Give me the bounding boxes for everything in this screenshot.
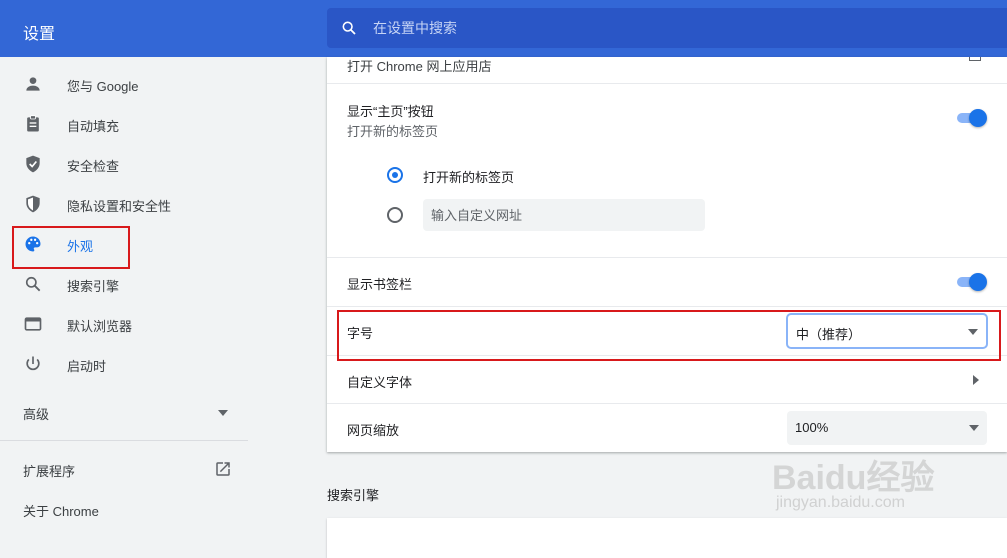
- bookmarks-bar-label: 显示书签栏: [347, 277, 413, 292]
- search-input[interactable]: [373, 16, 973, 40]
- shield-check-icon: [26, 155, 40, 173]
- search-engine-card: [327, 518, 1007, 558]
- row-divider: [327, 257, 1007, 258]
- new-tab-option-label: 打开新的标签页: [423, 170, 515, 185]
- custom-fonts-label[interactable]: 自定义字体: [347, 372, 412, 391]
- open-in-new-icon[interactable]: [214, 460, 232, 478]
- sidebar-divider: [0, 440, 248, 441]
- app-title: 设置: [23, 26, 56, 43]
- row-divider: [327, 306, 1007, 307]
- page-zoom-select[interactable]: 100%: [787, 411, 987, 445]
- sidebar-item-about-chrome[interactable]: 关于 Chrome: [23, 501, 99, 520]
- settings-header: 设置: [0, 0, 1007, 57]
- sidebar-item-label: 隐私设置和安全性: [67, 199, 172, 214]
- sidebar-item-label: 安全检查: [67, 159, 120, 174]
- search-engine-section-title: 搜索引擎: [327, 488, 380, 503]
- sidebar-item-label: 默认浏览器: [67, 319, 133, 334]
- sidebar-item-label: 您与 Google: [67, 79, 139, 94]
- annotation-highlight-appearance: [12, 226, 130, 269]
- power-icon: [26, 356, 40, 371]
- page-zoom-label: 网页缩放: [347, 423, 400, 438]
- sidebar-item-privacy[interactable]: 隐私设置和安全性: [0, 184, 250, 224]
- sidebar: 您与 Google 自动填充 安全检查 隐私设置和安全性 外观 搜索引擎 默认浏…: [0, 57, 250, 539]
- clipboard-icon: [27, 115, 39, 132]
- sidebar-item-autofill[interactable]: 自动填充: [0, 104, 250, 144]
- sidebar-item-safety-check[interactable]: 安全检查: [0, 144, 250, 184]
- sidebar-item-label: 启动时: [67, 359, 107, 374]
- webstore-link[interactable]: 打开 Chrome 网上应用店: [347, 56, 491, 75]
- sidebar-item-default-browser[interactable]: 默认浏览器: [0, 304, 250, 344]
- row-divider: [327, 83, 1007, 84]
- sidebar-item-label: 自动填充: [67, 119, 120, 134]
- watermark-domain: jingyan.baidu.com: [776, 494, 905, 511]
- annotation-highlight-font-size: [337, 310, 1001, 361]
- home-button-toggle[interactable]: [955, 109, 987, 127]
- caret-down-icon[interactable]: [218, 410, 228, 416]
- watermark-brand: Baidu经验: [772, 459, 935, 497]
- sidebar-item-on-startup[interactable]: 启动时: [0, 344, 250, 384]
- caret-down-icon: [969, 425, 979, 431]
- sidebar-item-label: 搜索引擎: [67, 279, 120, 294]
- bookmarks-bar-toggle[interactable]: [955, 273, 987, 291]
- home-button-label: 显示“主页”按钮: [347, 104, 434, 119]
- new-tab-radio[interactable]: [387, 167, 403, 183]
- custom-url-input[interactable]: [423, 199, 705, 231]
- shield-half-icon: [26, 195, 40, 213]
- row-divider: [327, 403, 1007, 404]
- appearance-card: 打开 Chrome 网上应用店 显示“主页”按钮 打开新的标签页 打开新的标签页…: [327, 57, 1007, 452]
- custom-url-radio[interactable]: [387, 207, 403, 223]
- search-icon: [25, 276, 41, 292]
- person-icon: [26, 77, 40, 91]
- browser-icon: [24, 317, 42, 331]
- home-button-sublabel: 打开新的标签页: [347, 124, 439, 139]
- search-icon: [342, 21, 356, 35]
- page-zoom-value: 100%: [795, 420, 829, 435]
- search-box[interactable]: [327, 8, 1007, 48]
- sidebar-item-you-and-google[interactable]: 您与 Google: [0, 64, 250, 104]
- chevron-right-icon[interactable]: [973, 375, 979, 385]
- sidebar-item-search-engine[interactable]: 搜索引擎: [0, 264, 250, 304]
- advanced-toggle[interactable]: 高级: [23, 404, 49, 423]
- sidebar-item-extensions[interactable]: 扩展程序: [23, 461, 75, 480]
- external-link-icon[interactable]: [969, 57, 981, 61]
